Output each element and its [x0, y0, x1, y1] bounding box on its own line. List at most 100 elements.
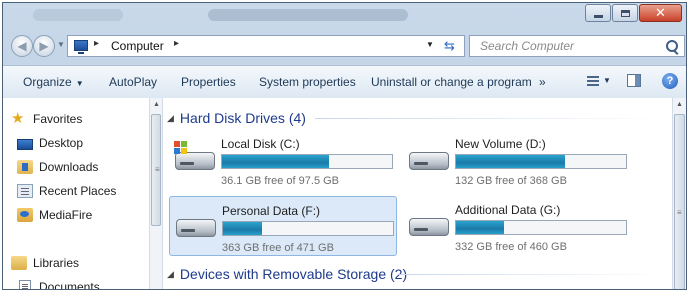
content-scrollbar[interactable]: ▲ ≡ — [672, 98, 686, 289]
address-bar[interactable]: ▸ Computer ▸ ▼ ⇆ — [67, 35, 465, 57]
organize-button[interactable]: Organize ▼ — [23, 75, 84, 89]
desktop-icon — [17, 138, 33, 150]
group-header-label: Devices with Removable Storage (2) — [179, 266, 408, 282]
hard-drive-icon — [176, 219, 216, 237]
drive-usage-bar — [222, 221, 394, 236]
hard-drive-icon — [409, 152, 449, 170]
sidebar-item-libraries[interactable]: Libraries — [11, 254, 79, 272]
drive-free-space: 363 GB free of 471 GB — [222, 242, 334, 254]
sidebar-item-favorites[interactable]: ★ Favorites — [11, 110, 82, 128]
scrollbar-grip-icon: ≡ — [155, 165, 160, 174]
navigation-pane: ★ Favorites Desktop Downloads Recent Pla… — [3, 98, 149, 289]
mediafire-icon — [17, 208, 33, 222]
drive-free-space: 132 GB free of 368 GB — [455, 175, 567, 187]
back-button[interactable]: ◀ — [11, 35, 33, 57]
more-commands-button[interactable]: » — [539, 75, 546, 89]
scrollbar-thumb[interactable] — [674, 114, 685, 289]
maximize-icon — [620, 9, 630, 17]
navigation-pane-scrollbar[interactable]: ▲ ≡ — [149, 98, 163, 289]
computer-icon — [74, 40, 88, 54]
chevron-down-icon: ▼ — [75, 79, 84, 88]
scroll-up-icon[interactable]: ▲ — [676, 101, 683, 108]
search-box[interactable]: Search Computer — [469, 35, 685, 57]
group-header-label: Hard Disk Drives (4) — [179, 110, 306, 126]
drive-usage-bar — [455, 220, 627, 235]
minimize-button[interactable] — [585, 4, 611, 22]
group-header-removable-storage[interactable]: ◢ Devices with Removable Storage (2) — [167, 264, 407, 284]
properties-button[interactable]: Properties — [181, 75, 236, 89]
search-icon[interactable] — [666, 40, 678, 52]
refresh-icon[interactable]: ⇆ — [444, 38, 455, 54]
sidebar-item-label: Recent Places — [39, 184, 117, 198]
drive-usage-bar — [221, 154, 393, 169]
organize-label: Organize — [23, 75, 72, 89]
system-properties-button[interactable]: System properties — [259, 75, 356, 89]
drive-usage-fill — [456, 155, 565, 168]
title-bar: ✕ — [3, 3, 686, 29]
drive-free-space: 332 GB free of 460 GB — [455, 241, 567, 253]
preview-pane-icon[interactable] — [627, 74, 641, 87]
view-options-chevron-icon[interactable]: ▼ — [603, 76, 611, 85]
help-label: ? — [666, 75, 674, 87]
drive-tile[interactable]: Local Disk (C:) 36.1 GB free of 97.5 GB — [169, 130, 397, 190]
command-bar: Organize ▼ AutoPlay Properties System pro… — [3, 65, 686, 99]
breadcrumb-computer[interactable]: Computer — [111, 39, 164, 53]
drive-usage-fill — [222, 155, 330, 168]
maximize-button[interactable] — [612, 4, 638, 22]
drive-tile[interactable]: Personal Data (F:) 363 GB free of 471 GB — [169, 196, 397, 256]
forward-button[interactable]: ▶ — [33, 35, 55, 57]
collapse-group-icon[interactable]: ◢ — [167, 113, 174, 124]
minimize-icon — [593, 14, 603, 18]
collapse-group-icon[interactable]: ◢ — [167, 269, 174, 280]
close-icon: ✕ — [655, 5, 666, 21]
drive-name: Personal Data (F:) — [222, 204, 321, 218]
drive-name: New Volume (D:) — [455, 137, 546, 151]
window-controls: ✕ — [584, 4, 682, 22]
drive-name: Local Disk (C:) — [221, 137, 300, 151]
libraries-icon — [11, 256, 27, 270]
address-dropdown-icon[interactable]: ▼ — [426, 40, 434, 49]
autoplay-button[interactable]: AutoPlay — [109, 75, 157, 89]
drive-usage-fill — [223, 222, 263, 235]
drive-tile[interactable]: New Volume (D:) 132 GB free of 368 GB — [403, 130, 631, 190]
close-button[interactable]: ✕ — [639, 4, 682, 22]
title-bar-blur-left — [33, 9, 123, 21]
downloads-folder-icon — [17, 160, 33, 174]
group-header-hard-disk-drives[interactable]: ◢ Hard Disk Drives (4) — [167, 108, 306, 128]
explorer-window: ✕ ◀ ▶ ▼ ▸ Computer ▸ ▼ ⇆ Search Computer… — [2, 2, 687, 290]
sidebar-item-label: Downloads — [39, 160, 99, 174]
help-icon[interactable]: ? — [662, 73, 678, 89]
scroll-up-icon[interactable]: ▲ — [153, 101, 160, 108]
drive-name: Additional Data (G:) — [455, 203, 561, 217]
drive-usage-bar — [455, 154, 627, 169]
star-icon: ★ — [11, 110, 25, 127]
drive-tile[interactable]: Additional Data (G:) 332 GB free of 460 … — [403, 196, 631, 256]
forward-arrow-icon: ▶ — [39, 39, 49, 53]
uninstall-program-button[interactable]: Uninstall or change a program — [371, 75, 532, 89]
drive-free-space: 36.1 GB free of 97.5 GB — [221, 175, 340, 187]
breadcrumb-separator-icon[interactable]: ▸ — [174, 38, 179, 49]
windows-logo-icon — [174, 141, 187, 154]
breadcrumb-separator-icon[interactable]: ▸ — [94, 38, 99, 49]
search-input[interactable]: Search Computer — [480, 39, 574, 53]
change-view-icon[interactable] — [587, 75, 599, 87]
drives-list: ◢ Hard Disk Drives (4) Local Disk (C:) 3… — [163, 98, 672, 289]
window-title — [208, 9, 408, 21]
sidebar-item-mediafire[interactable]: MediaFire — [17, 206, 92, 224]
system-drive-icon — [174, 141, 215, 170]
documents-icon — [19, 280, 31, 289]
sidebar-item-documents[interactable]: Documents — [17, 278, 100, 290]
back-arrow-icon: ◀ — [17, 39, 27, 53]
sidebar-item-label: Favorites — [33, 112, 83, 126]
address-row: ◀ ▶ ▼ ▸ Computer ▸ ▼ ⇆ Search Computer — [3, 31, 686, 63]
group-divider — [315, 118, 665, 119]
sidebar-item-desktop[interactable]: Desktop — [17, 134, 83, 152]
scrollbar-grip-icon: ≡ — [677, 208, 682, 217]
sidebar-item-label: Libraries — [33, 256, 80, 270]
sidebar-item-downloads[interactable]: Downloads — [17, 158, 98, 176]
recent-pages-dropdown-icon[interactable]: ▼ — [57, 40, 65, 49]
sidebar-item-label: Documents — [39, 280, 100, 290]
sidebar-item-label: MediaFire — [39, 208, 93, 222]
sidebar-item-recent-places[interactable]: Recent Places — [17, 182, 116, 200]
sidebar-item-label: Desktop — [39, 136, 84, 150]
